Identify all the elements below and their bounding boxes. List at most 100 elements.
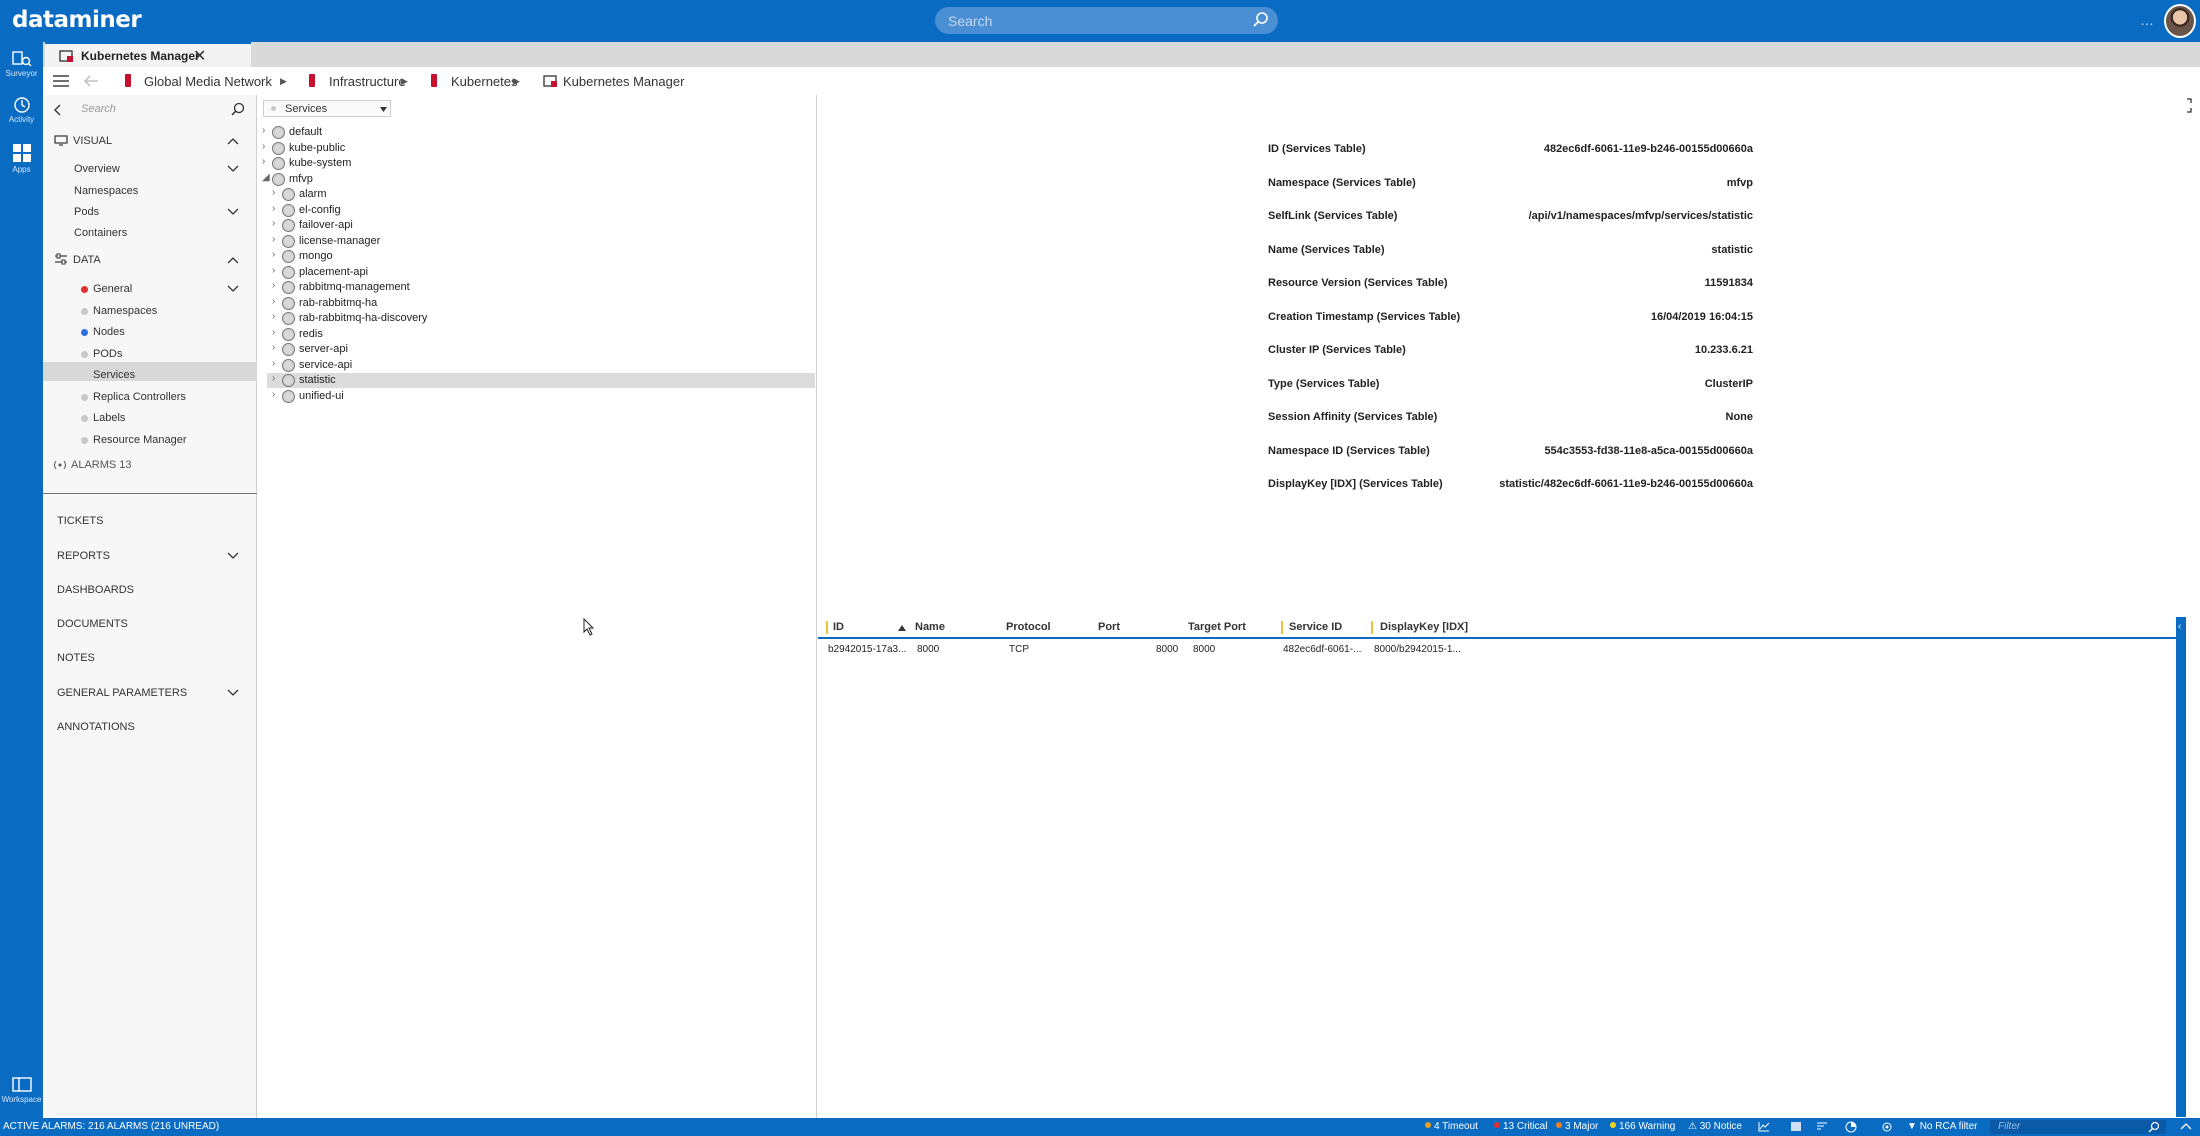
data-general[interactable]: General <box>93 283 132 295</box>
chevron-up-icon[interactable] <box>227 256 239 264</box>
section-data[interactable]: DATA <box>73 254 101 266</box>
module-tickets[interactable]: TICKETS <box>57 515 103 527</box>
hamburger-icon[interactable] <box>53 75 69 87</box>
chart-icon[interactable] <box>1758 1121 1770 1132</box>
section-visual[interactable]: VISUAL <box>73 135 112 147</box>
alarm-filter-input[interactable]: Filter <box>1990 1120 2166 1134</box>
expand-arrow-icon[interactable]: › <box>272 265 275 276</box>
property-row: DisplayKey [IDX] (Services Table) statist… <box>1268 475 1753 495</box>
collapse-arrow-icon[interactable] <box>53 104 61 116</box>
breadcrumb-global-media-network[interactable]: Global Media Network <box>144 74 272 89</box>
expand-arrow-icon[interactable]: › <box>272 296 275 307</box>
expand-arrow-icon[interactable]: › <box>272 280 275 291</box>
expand-arrow-icon[interactable]: › <box>272 249 275 260</box>
sort-ascending-icon[interactable] <box>898 625 906 631</box>
data-nodes[interactable]: Nodes <box>93 326 125 338</box>
breadcrumb-kubernetes-manager[interactable]: Kubernetes Manager <box>563 74 684 89</box>
dropdown-arrow-icon <box>380 107 387 112</box>
table-selector[interactable]: Services <box>263 100 391 117</box>
module-general-parameters[interactable]: GENERAL PARAMETERS <box>57 687 187 699</box>
module-reports[interactable]: REPORTS <box>57 550 110 562</box>
target-icon[interactable] <box>1881 1121 1893 1133</box>
side-panel-toggle[interactable]: ‹ <box>2176 617 2186 1117</box>
module-annotations[interactable]: ANNOTATIONS <box>57 721 135 733</box>
more-menu[interactable]: … <box>2140 12 2154 28</box>
visual-overview[interactable]: Overview <box>74 163 120 175</box>
avatar[interactable] <box>2164 4 2196 38</box>
list-view-icon[interactable] <box>1790 1121 1802 1132</box>
module-documents[interactable]: DOCUMENTS <box>57 618 128 630</box>
status-major[interactable]: 3 Major <box>1556 1121 1598 1132</box>
activity-icon <box>13 97 30 113</box>
rail-workspace[interactable]: Workspace <box>0 1076 43 1104</box>
expand-arrow-icon[interactable]: › <box>262 125 265 136</box>
chevron-down-icon[interactable] <box>227 285 239 293</box>
property-row: Namespace ID (Services Table) 554c3553-fd… <box>1268 442 1753 462</box>
chevron-down-icon[interactable] <box>227 208 239 216</box>
expand-arrow-icon[interactable]: › <box>272 218 275 229</box>
chevron-up-icon[interactable] <box>2180 1122 2192 1130</box>
rail-activity[interactable]: Activity <box>0 96 43 124</box>
breadcrumb-infrastructure[interactable]: Infrastructure <box>329 74 406 89</box>
column-displaykey[interactable]: DisplayKey [IDX] <box>1380 621 1468 633</box>
column-protocol[interactable]: Protocol <box>1006 621 1051 633</box>
column-port[interactable]: Port <box>1098 621 1120 633</box>
expand-arrow-icon[interactable]: › <box>272 358 275 369</box>
back-arrow-icon[interactable] <box>83 75 99 87</box>
column-id[interactable]: ID <box>833 621 844 633</box>
module-notes[interactable]: NOTES <box>57 652 95 664</box>
column-name[interactable]: Name <box>915 621 945 633</box>
rail-surveyor-label: Surveyor <box>5 69 38 78</box>
search-icon[interactable] <box>2148 1121 2160 1133</box>
expand-arrow-icon[interactable]: › <box>262 141 265 152</box>
expand-arrow-icon[interactable]: › <box>272 342 275 353</box>
data-labels[interactable]: Labels <box>93 412 125 424</box>
tree-node-label: kube-system <box>289 157 352 169</box>
pie-chart-icon[interactable] <box>1845 1121 1857 1133</box>
expand-arrow-icon[interactable]: › <box>272 311 275 322</box>
property-value: 554c3553-fd38-11e8-a5ca-00155d00660a <box>1544 444 1753 457</box>
global-search[interactable]: Search <box>935 7 1278 34</box>
search-icon[interactable] <box>231 102 245 116</box>
status-timeout[interactable]: 4 Timeout <box>1425 1121 1478 1132</box>
status-notice[interactable]: ⚠ 30 Notice <box>1688 1121 1742 1132</box>
expand-arrow-icon[interactable]: › <box>272 234 275 245</box>
expand-arrow-icon[interactable]: › <box>262 156 265 167</box>
rca-filter[interactable]: ▼ No RCA filter <box>1907 1121 1977 1132</box>
active-alarms-summary[interactable]: ACTIVE ALARMS: 216 ALARMS (216 UNREAD) <box>3 1121 219 1132</box>
expand-arrow-icon[interactable]: › <box>272 389 275 400</box>
visual-pods[interactable]: Pods <box>74 206 99 218</box>
data-resource-manager[interactable]: Resource Manager <box>93 434 187 446</box>
breadcrumb-kubernetes[interactable]: Kubernetes <box>451 74 518 89</box>
expand-arrow-icon[interactable]: › <box>272 203 275 214</box>
rail-surveyor[interactable]: Surveyor <box>0 50 43 78</box>
panel-search[interactable]: Search <box>43 98 257 122</box>
chevron-down-icon[interactable] <box>227 689 239 697</box>
expand-arrow-icon[interactable]: › <box>272 187 275 198</box>
sort-icon[interactable] <box>1816 1121 1828 1132</box>
chevron-up-icon[interactable] <box>227 137 239 145</box>
status-warning[interactable]: 166 Warning <box>1610 1121 1675 1132</box>
search-icon[interactable] <box>1252 11 1270 29</box>
module-dashboards[interactable]: DASHBOARDS <box>57 584 134 596</box>
data-services[interactable]: Services <box>93 369 135 381</box>
expand-arrow-icon[interactable]: › <box>272 373 275 384</box>
alarms-count[interactable]: ALARMS 13 <box>71 459 132 471</box>
data-replica-controllers[interactable]: Replica Controllers <box>93 391 186 403</box>
data-namespaces[interactable]: Namespaces <box>93 305 157 317</box>
visual-containers[interactable]: Containers <box>74 227 127 239</box>
property-row: Type (Services Table) ClusterIP <box>1268 375 1753 395</box>
status-critical[interactable]: 13 Critical <box>1494 1121 1547 1132</box>
column-service-id[interactable]: Service ID <box>1289 621 1342 633</box>
nav-bar: Global Media Network ▶ Infrastructure ▶ … <box>43 67 2200 95</box>
chevron-down-icon[interactable] <box>227 552 239 560</box>
column-target-port[interactable]: Target Port <box>1188 621 1246 633</box>
visual-namespaces[interactable]: Namespaces <box>74 185 138 197</box>
expanded-arrow-icon[interactable]: ◢ <box>262 172 270 183</box>
chevron-down-icon[interactable] <box>227 165 239 173</box>
rail-apps[interactable]: Apps <box>0 142 43 174</box>
expand-arrow-icon[interactable]: › <box>272 327 275 338</box>
tab-kubernetes-manager[interactable]: Kubernetes Manager ✕ <box>45 42 251 67</box>
close-icon[interactable]: ✕ <box>193 46 206 66</box>
data-pods[interactable]: PODs <box>93 348 122 360</box>
